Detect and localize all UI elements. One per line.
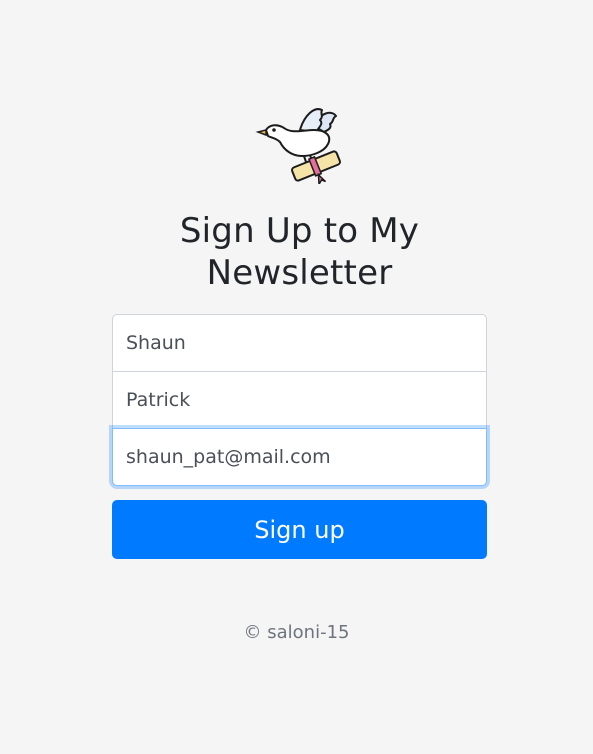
signup-form: Sign up [112,314,487,559]
last-name-field[interactable] [112,371,487,429]
dove-with-scroll-icon [252,104,342,187]
page-title: Sign Up to My Newsletter [179,211,420,293]
sign-up-button[interactable]: Sign up [112,500,487,559]
first-name-field[interactable] [112,314,487,372]
email-field[interactable] [112,428,487,486]
copyright-text: © saloni-15 [243,622,350,643]
signup-page: Sign Up to My Newsletter Sign up © salon… [0,0,593,754]
